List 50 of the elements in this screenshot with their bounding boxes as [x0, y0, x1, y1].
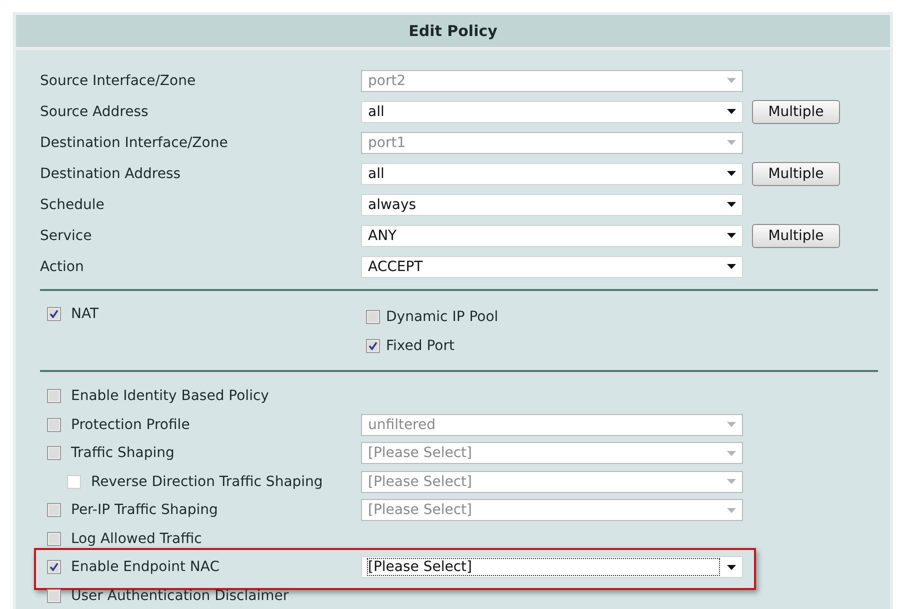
checkbox[interactable] — [47, 532, 61, 546]
caret-icon — [727, 264, 736, 269]
caret-icon — [727, 109, 736, 114]
checkbox[interactable] — [47, 588, 61, 603]
field-label: Source Interface/Zone — [40, 72, 197, 88]
caret-icon — [727, 508, 736, 513]
multiple-button[interactable]: Multiple — [752, 224, 840, 248]
multiple-button[interactable]: Multiple — [752, 100, 840, 124]
option-label: Traffic Shaping — [71, 445, 174, 462]
dropdown[interactable]: always — [361, 194, 743, 216]
checkbox[interactable] — [366, 310, 380, 324]
caret-icon — [727, 78, 736, 83]
caret-icon — [727, 140, 736, 145]
checkbox[interactable] — [47, 307, 61, 321]
field-label: Source Address — [40, 104, 150, 120]
caret-icon — [727, 564, 736, 570]
caret-icon — [727, 171, 736, 176]
checkbox[interactable] — [47, 503, 61, 518]
option-label: Protection Profile — [71, 416, 190, 433]
field-label: Action — [40, 258, 85, 274]
checkbox[interactable] — [47, 389, 61, 404]
option-label: Per-IP Traffic Shaping — [71, 502, 218, 518]
dropdown[interactable]: [Please Select] — [361, 556, 743, 578]
option-label: Enable Identity Based Policy — [71, 388, 269, 404]
checkbox[interactable] — [47, 560, 61, 574]
option-label: Enable Endpoint NAC — [71, 559, 220, 576]
field-label: Destination Address — [40, 166, 182, 182]
option-label: Log Allowed Traffic — [71, 530, 202, 547]
option-label: NAT — [71, 306, 99, 322]
option-label: User Authentication Disclaimer — [71, 588, 289, 604]
caret-icon — [727, 479, 736, 484]
dropdown[interactable]: ANY — [361, 224, 743, 246]
caret-icon — [727, 450, 736, 456]
option-label: Fixed Port — [386, 338, 454, 354]
checkbox[interactable] — [366, 338, 380, 352]
checkbox[interactable] — [47, 418, 61, 432]
option-label: Reverse Direction Traffic Shaping — [91, 474, 323, 490]
field-label: Destination Interface/Zone — [40, 134, 229, 150]
option-label: Dynamic IP Pool — [386, 308, 498, 324]
caret-icon — [727, 202, 736, 207]
checkbox[interactable] — [47, 446, 61, 460]
field-label: Service — [40, 228, 93, 244]
dropdown[interactable]: all — [361, 162, 743, 184]
dropdown[interactable]: all — [361, 100, 743, 122]
multiple-button[interactable]: Multiple — [752, 162, 840, 186]
caret-icon — [727, 422, 736, 428]
caret-icon — [727, 233, 736, 238]
dropdown[interactable]: ACCEPT — [361, 256, 743, 278]
field-label: Schedule — [40, 196, 106, 212]
dialog-title: Edit Policy — [408, 22, 498, 40]
